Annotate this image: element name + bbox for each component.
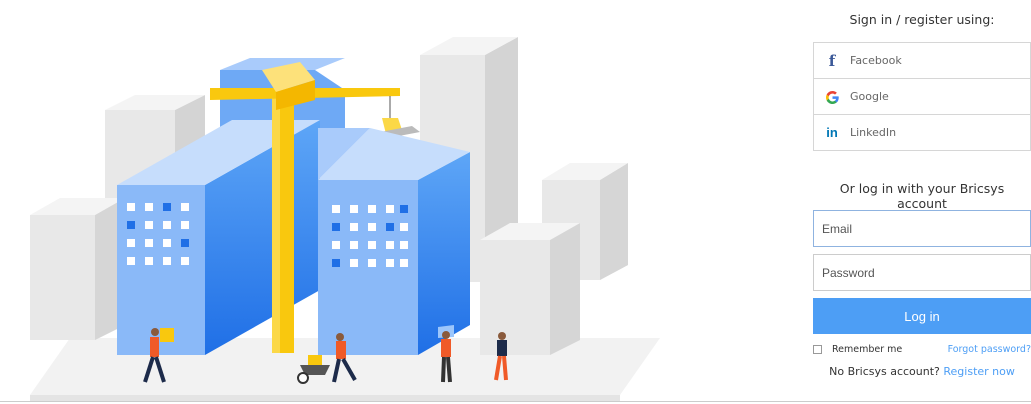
remember-me-checkbox[interactable]: [813, 345, 822, 354]
login-button[interactable]: Log in: [813, 298, 1031, 334]
google-signin-button[interactable]: Google: [813, 79, 1031, 115]
linkedin-label: LinkedIn: [850, 126, 897, 139]
facebook-label: Facebook: [850, 54, 902, 67]
remember-me-label: Remember me: [832, 344, 903, 355]
construction-illustration: [30, 37, 660, 402]
forgot-password-link[interactable]: Forgot password?: [948, 344, 1031, 355]
facebook-icon: f: [828, 51, 836, 70]
password-field[interactable]: [813, 254, 1031, 291]
google-icon: [814, 88, 850, 105]
front-blue-building: [318, 128, 470, 355]
login-panel: Sign in / register using: f Facebook Goo…: [813, 0, 1031, 404]
linkedin-signin-button[interactable]: in LinkedIn: [813, 115, 1031, 151]
email-field[interactable]: [813, 210, 1031, 247]
linkedin-icon: in: [826, 125, 838, 140]
account-login-heading: Or log in with your Bricsys account: [839, 181, 1005, 211]
remember-me: Remember me: [813, 344, 902, 355]
register-line: No Bricsys account? Register now: [813, 365, 1031, 378]
no-account-text: No Bricsys account?: [829, 365, 940, 378]
facebook-signin-button[interactable]: f Facebook: [813, 42, 1031, 79]
register-link[interactable]: Register now: [943, 365, 1014, 378]
bottom-divider: [0, 401, 1031, 402]
social-signin-heading: Sign in / register using:: [849, 12, 995, 27]
google-label: Google: [850, 90, 889, 103]
